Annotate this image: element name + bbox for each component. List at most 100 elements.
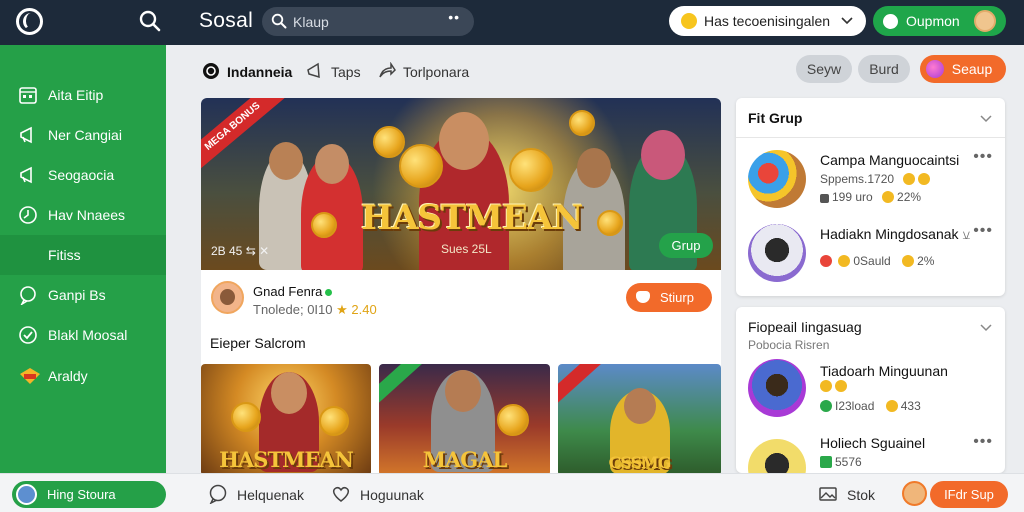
avatar[interactable] [211, 281, 244, 314]
coin-icon [311, 212, 337, 238]
sidebar-item-ner-cangiai[interactable]: Ner Cangiai [0, 115, 166, 155]
language-dropdown[interactable]: Has tecoenisingalen [669, 6, 866, 36]
coin-icon [569, 110, 595, 136]
group-item-stats: Sppems.1720 [820, 172, 933, 186]
sidebar-item-ganpi-bs[interactable]: Ganpi Bs [0, 275, 166, 315]
post-author[interactable]: Gnad Fenra [253, 284, 333, 299]
avatar [16, 484, 37, 505]
group-item-name: Campa Manguocaintsi [820, 152, 960, 168]
game-thumbnail[interactable]: HASTMEAN [201, 364, 371, 476]
megaphone-icon [306, 62, 324, 80]
coin-icon [838, 255, 851, 267]
group-item-name: Holiech Sguainel [820, 435, 926, 451]
sidebar-item-label: Aita Eitip [48, 87, 104, 103]
cta-button[interactable]: IFdr Sup [930, 481, 1008, 508]
coin-icon [509, 148, 553, 192]
group-avatar [748, 224, 806, 282]
sidebar-item-label: Ganpi Bs [48, 287, 106, 303]
group-item-stat: 22% [897, 190, 922, 204]
section-title: Eieper Salcrom [210, 335, 306, 351]
trophy-icon [18, 366, 40, 386]
tab-taps[interactable]: Taps [306, 61, 366, 85]
user-profile-button[interactable]: Hing Stoura [12, 481, 166, 508]
post-rating: ★ 2.40 [336, 302, 377, 317]
burd-button[interactable]: Burd [858, 55, 910, 83]
more-icon[interactable]: ••• [973, 148, 993, 166]
sidebar-item-fitiss[interactable]: Fitiss [0, 235, 166, 275]
group-item-stats: 0Sauld 2% [820, 254, 934, 268]
sidebar-item-araldy[interactable]: Araldy [0, 356, 166, 396]
panel-subtitle: Pobocia Risren [748, 338, 830, 352]
gift-icon [820, 456, 832, 468]
coupon-icon [883, 14, 898, 29]
sidebar-item-seogaocia[interactable]: Seogaocia [0, 155, 166, 195]
candy-icon [926, 60, 944, 78]
more-icon[interactable]: ••• [973, 433, 993, 451]
sidebar-item-label: Seogaocia [48, 167, 115, 183]
group-item[interactable]: Hadiakn Mingdosanak ⚺ 0Sauld 2% ••• [736, 220, 1005, 286]
stiurp-button-label: Stiurp [660, 290, 694, 305]
emoji-icon [681, 13, 697, 29]
clipboard-icon [820, 194, 829, 203]
grup-button[interactable]: Grup [659, 233, 713, 258]
group-item-name: Tiadoarh Minguunan [820, 363, 948, 379]
group-item[interactable]: Campa Manguocaintsi Sppems.1720 199 uro … [736, 146, 1005, 212]
chevron-down-icon [840, 14, 854, 33]
search-box[interactable]: •• [262, 7, 474, 36]
stiurp-button[interactable]: Stiurp [626, 283, 712, 312]
tab-torlponara[interactable]: Torlponara [378, 61, 469, 85]
coupon-button[interactable]: Oupmon [873, 6, 1006, 36]
candy-icon [820, 255, 832, 267]
online-indicator [325, 289, 333, 296]
group-item-stat: 0Sauld [853, 254, 891, 268]
seaup-button[interactable]: Seaup [920, 55, 1006, 83]
more-icon[interactable]: •• [448, 9, 460, 25]
coin-icon [319, 406, 349, 436]
candy-basket-image [748, 150, 806, 208]
group-item[interactable]: Holiech Sguainel 5576 ••• [736, 431, 1005, 497]
sidebar: Aita Eitip Ner Cangiai Seogaocia Hav Nna… [0, 45, 166, 473]
tab-indanneia[interactable]: Indanneia [202, 61, 294, 85]
nav-label: Helquenak [237, 487, 304, 503]
game-thumbnail[interactable]: MAGAL [379, 364, 550, 476]
avatar[interactable] [902, 481, 927, 506]
coin-icon [373, 126, 405, 158]
post-subtext: Tnolede; 0I10 ★ 2.40 [253, 302, 377, 318]
hero-subtitle: Sues 25L [441, 242, 492, 256]
sidebar-item-aita-eitip[interactable]: Aita Eitip [0, 75, 166, 115]
hero-title: HASTMEAN [361, 198, 583, 238]
person-figure [301, 144, 363, 270]
sidebar-item-label: Fitiss [48, 247, 81, 263]
heart-icon [331, 484, 351, 504]
promo-ribbon [558, 364, 611, 409]
sidebar-item-label: Hav Nnaees [48, 207, 126, 223]
chevron-down-icon[interactable] [979, 321, 993, 340]
top-bar: Sosal •• Has tecoenisingalen Oupmon [0, 0, 1024, 45]
coin-icon [903, 173, 916, 185]
sidebar-item-hav-nnaees[interactable]: Hav Nnaees [0, 195, 166, 235]
search-input[interactable] [293, 11, 443, 32]
game-thumbnail[interactable]: CSSMG [558, 364, 721, 476]
nav-label: Stok [847, 487, 876, 503]
more-icon[interactable]: ••• [973, 222, 993, 240]
app-logo[interactable] [16, 8, 43, 35]
group-item-stat: Sppems.1720 [820, 172, 895, 186]
brand-name: Sosal [199, 9, 254, 32]
megaphone-icon [18, 165, 38, 185]
divider [736, 137, 1005, 138]
group-item[interactable]: Tiadoarh Minguunan I23load 433 [736, 357, 1005, 423]
panel-title: Fit Grup [748, 110, 803, 126]
sidebar-item-blakl-moosal[interactable]: Blakl Moosal [0, 315, 166, 355]
post-author-name: Gnad Fenra [253, 284, 323, 299]
sidebar-item-label: Ner Cangiai [48, 127, 122, 143]
group-item-stat: I23load [835, 399, 875, 413]
seyw-button[interactable]: Seyw [796, 55, 852, 83]
hero-banner[interactable]: MEGA BONUS HASTMEAN Sues 25L 2B 45 ⇆ ✕ G… [201, 98, 721, 270]
chat-icon [208, 484, 228, 505]
promo-ribbon [379, 364, 432, 409]
thumbnail-title: CSSMG [608, 453, 672, 472]
chevron-down-icon[interactable] [979, 112, 993, 131]
group-item-stats: I23load 433 [820, 399, 921, 413]
post-subtext-value: Tnolede; 0I10 [253, 302, 333, 317]
search-icon[interactable] [138, 9, 162, 33]
